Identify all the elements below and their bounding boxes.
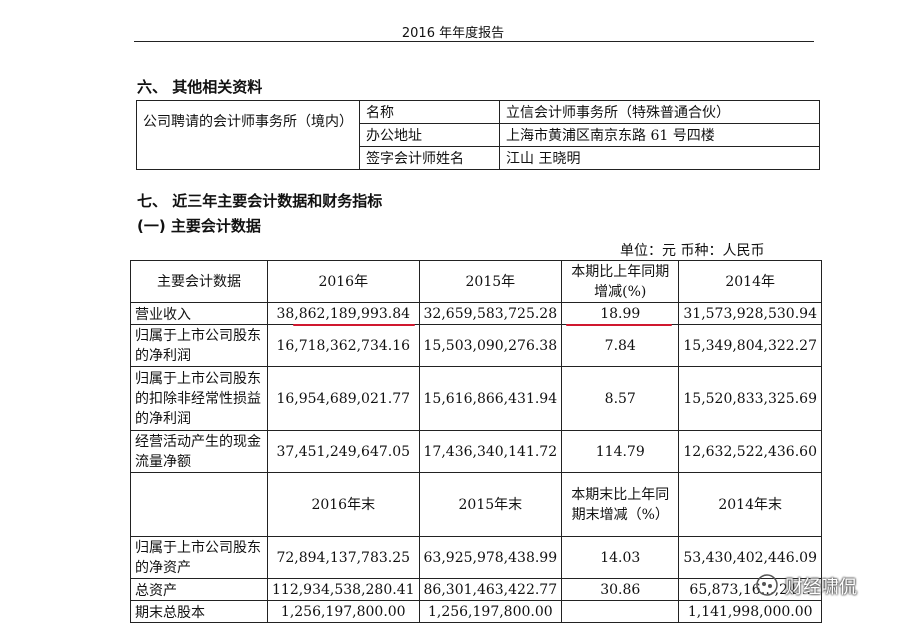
- table-row: 归属于上市公司股东的扣除非经常性损益的净利润 16,954,689,021.77…: [130, 366, 822, 431]
- auditor-key-address: 办公地址: [359, 123, 500, 147]
- value-cell: 15,616,866,431.94: [418, 366, 563, 431]
- table-row: 营业收入 38,862,189,993.84 32,659,583,725.28…: [130, 302, 822, 325]
- row-label: 营业收入: [130, 302, 268, 325]
- value-cell: 38,862,189,993.84: [267, 302, 420, 325]
- value-cell: 32,659,583,725.28: [418, 302, 563, 325]
- unit-currency-line: 单位：元 币种：人民币: [620, 243, 765, 259]
- value-cell: 17,436,340,141.72: [418, 430, 563, 473]
- value-cell: 15,520,833,325.69: [678, 366, 822, 431]
- value-cell: 1,256,197,800.00: [418, 600, 563, 623]
- table-header-row: 主要会计数据 2016年 2015年 本期比上年同期增减(%) 2014年: [130, 260, 822, 303]
- highlight-underline-revenue-2016: [293, 324, 415, 326]
- value-cell: [561, 600, 680, 623]
- value-cell: 31,573,928,530.94: [678, 302, 822, 325]
- header-cell: 2014年: [678, 260, 822, 303]
- value-cell: 37,451,249,647.05: [267, 430, 420, 473]
- section-7-subtitle: (一) 主要会计数据: [137, 217, 261, 235]
- header-divider: [134, 41, 814, 42]
- header-cell: 2015年末: [418, 472, 563, 537]
- row-label: 归属于上市公司股东的扣除非经常性损益的净利润: [130, 366, 268, 431]
- table-row: 期末总股本 1,256,197,800.00 1,256,197,800.00 …: [130, 600, 822, 623]
- auditor-value-signer: 江山 王晓明: [499, 146, 820, 170]
- value-cell: 86,301,463,422.77: [418, 578, 563, 601]
- auditor-label: 公司聘请的会计师事务所（境内）: [136, 100, 360, 170]
- table-row: 归属于上市公司股东的净资产 72,894,137,783.25 63,925,9…: [130, 536, 822, 579]
- auditor-key-name: 名称: [359, 100, 500, 124]
- section-7-title: 七、 近三年主要会计数据和财务指标: [137, 192, 383, 210]
- row-label: 经营活动产生的现金流量净额: [130, 430, 268, 473]
- header-cell: 本期末比上年同期末增减（%）: [561, 472, 680, 537]
- wechat-logo-icon: [755, 573, 779, 601]
- value-cell: 15,503,090,276.38: [418, 324, 563, 367]
- value-cell: 30.86: [561, 578, 680, 601]
- auditor-value-address: 上海市黄浦区南京东路 61 号四楼: [499, 123, 820, 147]
- auditor-value-name: 立信会计师事务所（特殊普通合伙）: [499, 100, 820, 124]
- value-cell: 114.79: [561, 430, 680, 473]
- auditor-info-table: 公司聘请的会计师事务所（境内） 名称 立信会计师事务所（特殊普通合伙） 办公地址…: [136, 100, 820, 170]
- table-row: 经营活动产生的现金流量净额 37,451,249,647.05 17,436,3…: [130, 430, 822, 473]
- row-label: 总资产: [130, 578, 268, 601]
- auditor-key-signer: 签字会计师姓名: [359, 146, 500, 170]
- value-cell: 15,349,804,322.27: [678, 324, 822, 367]
- value-cell: 14.03: [561, 536, 680, 579]
- value-cell: 112,934,538,280.41: [267, 578, 420, 601]
- section-6-title: 六、 其他相关资料: [137, 78, 263, 96]
- header-cell: 2015年: [418, 260, 563, 303]
- row-label: 归属于上市公司股东的净资产: [130, 536, 268, 579]
- table-row: 总资产 112,934,538,280.41 86,301,463,422.77…: [130, 578, 822, 601]
- value-cell: 18.99: [561, 302, 680, 325]
- row-label: 归属于上市公司股东的净利润: [130, 324, 268, 367]
- header-cell: [130, 472, 268, 537]
- value-cell: 8.57: [561, 366, 680, 431]
- value-cell: 16,954,689,021.77: [267, 366, 420, 431]
- highlight-underline-revenue-change: [566, 324, 672, 326]
- header-cell: 主要会计数据: [130, 260, 268, 303]
- value-cell: 1,141,998,000.00: [678, 600, 822, 623]
- watermark: 财经啸侃: [755, 569, 885, 601]
- header-cell: 本期比上年同期增减(%): [561, 260, 680, 303]
- table-row: 归属于上市公司股东的净利润 16,718,362,734.16 15,503,0…: [130, 324, 822, 367]
- report-header-title: 2016 年年度报告: [401, 26, 505, 41]
- row-label: 期末总股本: [130, 600, 268, 623]
- value-cell: 1,256,197,800.00: [267, 600, 420, 623]
- watermark-text: 财经啸侃: [785, 577, 857, 598]
- value-cell: 63,925,978,438.99: [418, 536, 563, 579]
- value-cell: 72,894,137,783.25: [267, 536, 420, 579]
- header-cell: 2016年末: [267, 472, 420, 537]
- header-cell: 2016年: [267, 260, 420, 303]
- value-cell: 16,718,362,734.16: [267, 324, 420, 367]
- value-cell: 7.84: [561, 324, 680, 367]
- value-cell: 12,632,522,436.60: [678, 430, 822, 473]
- table-header-row: 2016年末 2015年末 本期末比上年同期末增减（%） 2014年末: [130, 472, 822, 537]
- header-cell: 2014年末: [678, 472, 822, 537]
- financial-data-table: 主要会计数据 2016年 2015年 本期比上年同期增减(%) 2014年 营业…: [130, 260, 822, 623]
